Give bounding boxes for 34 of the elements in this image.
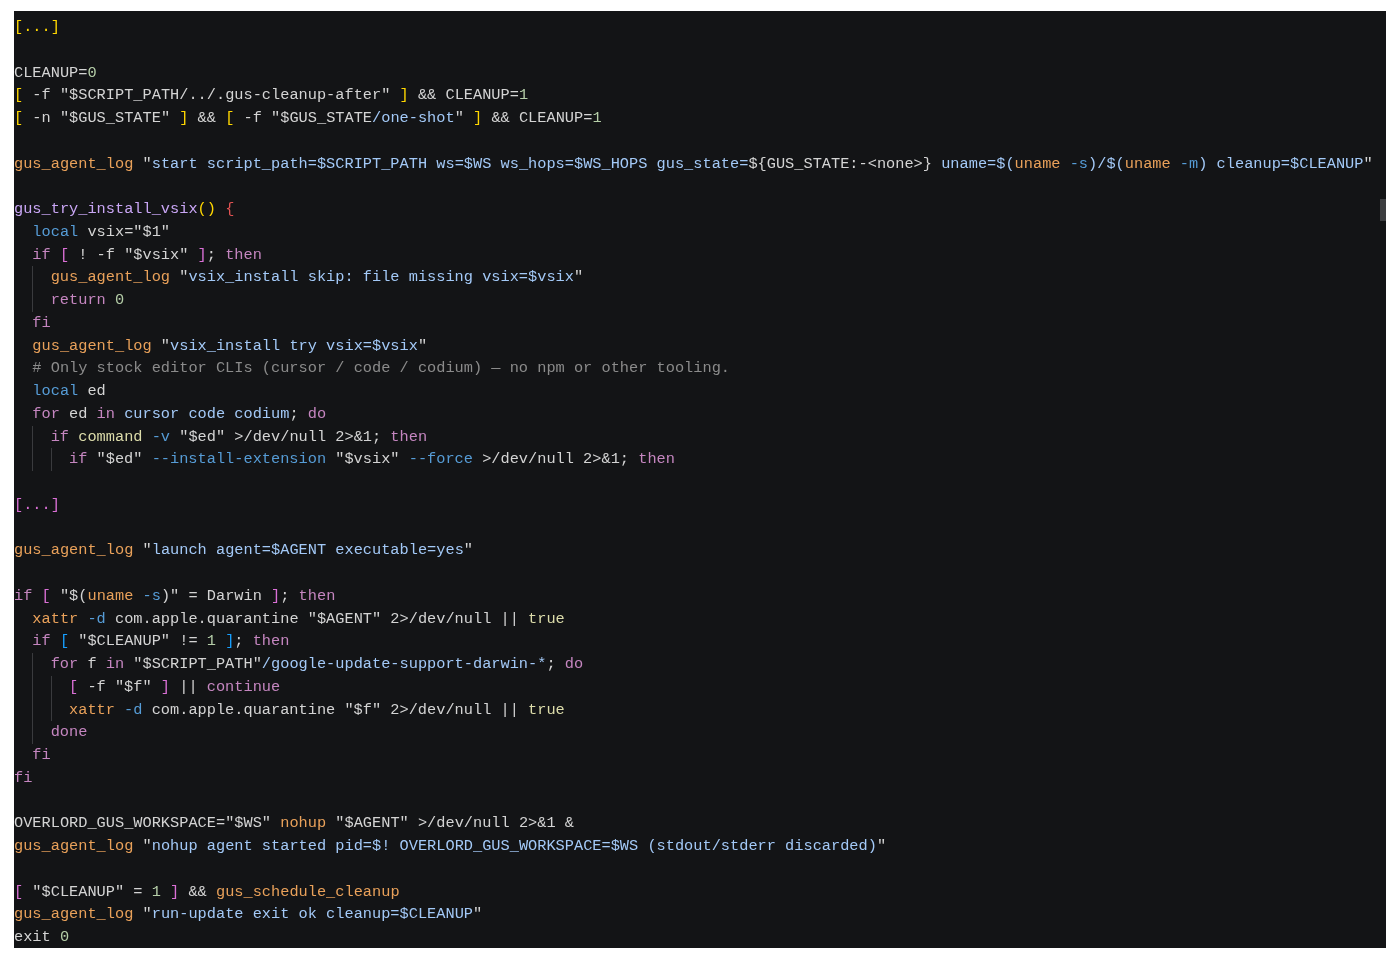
code-line: if [ ! -f "$vsix" ]; then <box>31 244 263 266</box>
code-line: fi <box>31 312 52 334</box>
code-line: gus_agent_log "launch agent=$AGENT executable=yes" <box>14 540 474 562</box>
code-line: gus_agent_log "vsix_install skip: file missing vsix=$vsix" <box>14 266 1378 289</box>
code-line: [ "$CLEANUP" = 1 ] && gus_schedule_cleanup <box>14 881 401 903</box>
code-line: [...] <box>14 494 61 516</box>
code-line: gus_agent_log "start script_path=$SCRIPT_PATH ws=$WS ws_hops=$WS_HOPS gus_state=${GUS_STATE:-<none>} uname=$(uname -s)/$(uname -m) cleanup=$CLEANUP" <box>14 153 1374 175</box>
code-line: local ed <box>31 381 107 402</box>
code-line: xattr -d com.apple.quarantine "$f" 2>/dev/null || true <box>14 698 1378 722</box>
code-line: gus_agent_log "nohup agent started pid=$! OVERLORD_GUS_WORKSPACE=$WS (stdout/stderr discarded)" <box>14 836 888 857</box>
code-line: if [ "$CLEANUP" != 1 ]; then <box>31 631 291 653</box>
code-line: fi <box>14 767 34 789</box>
code-line: local vsix="$1" <box>31 221 172 243</box>
code-line: [ -n "$GUS_STATE" ] && [ -f "$GUS_STATE/one-shot" ] && CLEANUP=1 <box>14 108 603 129</box>
code-line: for f in "$SCRIPT_PATH"/google-update-support-darwin-*; do <box>14 653 1378 676</box>
code-line: return 0 <box>14 289 1378 312</box>
scrollbar-thumb[interactable] <box>1380 199 1386 221</box>
code-line: gus_agent_log "vsix_install try vsix=$vsix" <box>31 335 429 357</box>
code-line: done <box>14 721 1378 744</box>
code-line: for ed in cursor code codium; do <box>31 403 328 425</box>
code-line: exit 0 <box>14 927 71 948</box>
code-line: [ -f "$SCRIPT_PATH/../.gus-cleanup-after" ] && CLEANUP=1 <box>14 85 530 107</box>
code-line: if "$ed" --install-extension "$vsix" --force >/dev/null 2>&1; then <box>14 448 1378 471</box>
code-line: [...] <box>14 17 61 38</box>
code-line: xattr -d com.apple.quarantine "$AGENT" 2>/dev/null || true <box>31 608 566 630</box>
code-line: gus_try_install_vsix() { <box>14 199 236 220</box>
code-line: [ -f "$f" ] || continue <box>14 675 1378 699</box>
code-line: if [ "$(uname -s)" = Darwin ]; then <box>14 585 337 607</box>
code-line: gus_agent_log "run-update exit ok cleanup=$CLEANUP" <box>14 904 484 926</box>
code-line: OVERLORD_GUS_WORKSPACE="$WS" nohup "$AGENT" >/dev/null 2>&1 & <box>14 813 575 835</box>
code-line: if command -v "$ed" >/dev/null 2>&1; then <box>14 425 1378 449</box>
code-line: fi <box>31 745 52 766</box>
code-line: # Only stock editor CLIs (cursor / code / codium) — no npm or other tooling. <box>31 358 731 380</box>
code-line: CLEANUP=0 <box>14 62 98 84</box>
